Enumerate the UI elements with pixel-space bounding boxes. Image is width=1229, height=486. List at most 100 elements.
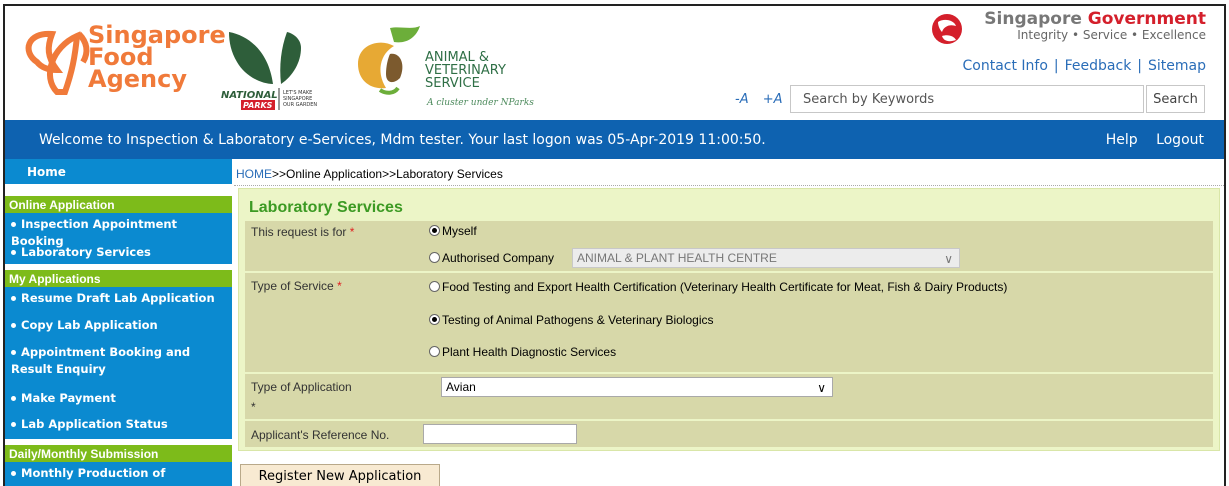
register-new-application-button[interactable]: Register New Application xyxy=(240,464,440,486)
radio-myself-label: Myself xyxy=(442,224,477,238)
font-increase-button[interactable]: +A xyxy=(763,92,783,107)
search-button[interactable]: Search xyxy=(1146,85,1205,113)
contact-info-link[interactable]: Contact Info xyxy=(962,58,1047,74)
application-type-value: Avian xyxy=(446,380,476,394)
bullet-icon xyxy=(11,396,16,401)
ava-line-3: SERVICE xyxy=(425,76,480,91)
sidebar-item-label: Lab Application Status xyxy=(21,417,168,431)
service-type-label: Type of Service * xyxy=(251,279,342,293)
link-separator: | xyxy=(1053,58,1059,74)
sidebar-item-label: Resume Draft Lab Application xyxy=(21,291,215,305)
breadcrumb-divider xyxy=(234,185,1224,186)
required-mark: * xyxy=(337,279,342,293)
radio-unchecked-icon xyxy=(429,346,440,357)
radio-animal-pathogens[interactable]: Testing of Animal Pathogens & Veterinary… xyxy=(429,313,714,327)
reference-number-row: Applicant's Reference No. xyxy=(245,421,1213,448)
sidebar-section-online-application: Online Application xyxy=(5,196,232,213)
required-mark: * xyxy=(251,400,256,414)
feedback-link[interactable]: Feedback xyxy=(1065,58,1132,74)
link-separator: | xyxy=(1137,58,1143,74)
bullet-icon xyxy=(11,296,16,301)
sg-title-part-2: Government xyxy=(1087,9,1206,29)
radio-unchecked-icon xyxy=(429,252,440,263)
breadcrumb-trail: >>Online Application>>Laboratory Service… xyxy=(272,167,503,181)
chevron-down-icon: ∨ xyxy=(817,381,826,395)
application-type-label: Type of Application xyxy=(251,380,352,394)
ava-logo-text: ANIMAL & VETERINARY SERVICE xyxy=(425,51,506,90)
breadcrumb: HOME>>Online Application>>Laboratory Ser… xyxy=(236,167,503,181)
sidebar-section-my-applications: My Applications xyxy=(5,270,232,287)
required-mark: * xyxy=(349,225,355,239)
main-content: HOME>>Online Application>>Laboratory Ser… xyxy=(234,159,1224,486)
sidebar-item-label: Monthly Production of xyxy=(21,466,166,480)
welcome-bar: Welcome to Inspection & Laboratory e-Ser… xyxy=(5,120,1224,159)
radio-myself[interactable]: Myself xyxy=(429,224,477,238)
company-select-value: ANIMAL & PLANT HEALTH CENTRE xyxy=(577,251,777,265)
svg-text:OUR GARDEN: OUR GARDEN xyxy=(283,102,317,108)
reference-number-label: Applicant's Reference No. xyxy=(251,428,390,442)
sidebar-item-label: Make Payment xyxy=(21,391,116,405)
radio-food-testing[interactable]: Food Testing and Export Health Certifica… xyxy=(429,280,1007,294)
breadcrumb-home-link[interactable]: HOME xyxy=(236,167,272,181)
sidebar-item-resume-draft[interactable]: Resume Draft Lab Application xyxy=(5,287,232,314)
sidebar-item-label: Appointment Booking and xyxy=(21,345,191,359)
laboratory-services-form: Laboratory Services This request is for … xyxy=(238,188,1220,451)
sidebar-nav: Home Online Application Inspection Appoi… xyxy=(5,159,232,486)
application-type-row: Type of Application * Avian ∨ xyxy=(245,374,1213,420)
sidebar-item-label-line-2: Result Enquiry xyxy=(11,362,106,376)
bullet-icon xyxy=(11,250,16,255)
search-input[interactable] xyxy=(790,85,1144,113)
site-header: Singapore Food Agency NATIONAL PARKS LET… xyxy=(5,6,1224,116)
radio-unchecked-icon xyxy=(429,281,440,292)
sfa-line-3: Agency xyxy=(88,65,187,93)
bullet-icon xyxy=(11,422,16,427)
sidebar-item-make-payment[interactable]: Make Payment xyxy=(5,387,232,413)
radio-plant-health[interactable]: Plant Health Diagnostic Services xyxy=(429,345,616,359)
radio-authorised-company-label: Authorised Company xyxy=(442,251,555,265)
svg-text:PARKS: PARKS xyxy=(243,101,273,110)
application-type-select[interactable]: Avian ∨ xyxy=(441,377,833,397)
svg-text:NATIONAL: NATIONAL xyxy=(221,90,278,101)
radio-checked-icon xyxy=(429,225,440,236)
sg-government-tagline: Integrity • Service • Excellence xyxy=(1017,28,1206,42)
sidebar-item-label: Laboratory Services xyxy=(21,245,151,259)
form-title: Laboratory Services xyxy=(249,199,403,216)
help-link[interactable]: Help xyxy=(1106,132,1138,148)
nparks-logo-icon[interactable]: NATIONAL PARKS LET'S MAKE SINGAPORE OUR … xyxy=(221,26,339,110)
sidebar-item-appointment-booking[interactable]: Appointment Booking and Result Enquiry xyxy=(5,341,232,387)
reference-number-input[interactable] xyxy=(423,424,577,444)
sidebar-spacer xyxy=(5,184,232,196)
sidebar-item-monthly-production[interactable]: Monthly Production of xyxy=(5,462,232,482)
logout-link[interactable]: Logout xyxy=(1156,132,1204,148)
sidebar-item-laboratory-services[interactable]: Laboratory Services xyxy=(5,237,232,264)
sidebar-item-lab-application-status[interactable]: Lab Application Status xyxy=(5,413,232,439)
authorised-company-select[interactable]: ANIMAL & PLANT HEALTH CENTRE ∨ xyxy=(572,248,960,268)
sg-government-brand[interactable]: Singapore Government Integrity • Service… xyxy=(932,10,1206,44)
sg-title-part-1: Singapore xyxy=(984,9,1082,29)
sidebar-item-label: Copy Lab Application xyxy=(21,318,158,332)
font-decrease-button[interactable]: -A xyxy=(735,92,749,107)
sitemap-link[interactable]: Sitemap xyxy=(1148,58,1206,74)
request-for-label-text: This request is for xyxy=(251,225,347,239)
sfa-logo-text: Singapore Food Agency xyxy=(88,23,226,93)
sidebar-section-daily-monthly-submission: Daily/Monthly Submission xyxy=(5,445,232,462)
request-for-row: This request is for * Myself Authorised … xyxy=(245,221,1213,272)
welcome-message: Welcome to Inspection & Laboratory e-Ser… xyxy=(39,132,766,148)
welcome-links: Help Logout xyxy=(1092,132,1204,148)
radio-checked-icon xyxy=(429,314,440,325)
bullet-icon xyxy=(11,323,16,328)
radio-animal-pathogens-label: Testing of Animal Pathogens & Veterinary… xyxy=(442,313,714,327)
lion-head-icon xyxy=(932,14,963,44)
sidebar-item-inspection-booking[interactable]: Inspection Appointment Booking xyxy=(5,213,232,248)
sg-government-title: Singapore Government xyxy=(984,10,1206,28)
sidebar-item-home[interactable]: Home xyxy=(5,159,232,184)
bullet-icon xyxy=(11,471,16,476)
radio-plant-health-label: Plant Health Diagnostic Services xyxy=(442,345,617,359)
radio-authorised-company[interactable]: Authorised Company xyxy=(429,251,554,265)
utility-links: Contact Info | Feedback | Sitemap xyxy=(962,58,1206,74)
sidebar-item-copy-lab-application[interactable]: Copy Lab Application xyxy=(5,314,232,341)
ava-logo-subtitle: A cluster under NParks xyxy=(427,98,534,108)
service-type-row: Type of Service * Food Testing and Expor… xyxy=(245,273,1213,373)
bullet-icon xyxy=(11,350,16,355)
service-type-label-text: Type of Service xyxy=(251,279,334,293)
